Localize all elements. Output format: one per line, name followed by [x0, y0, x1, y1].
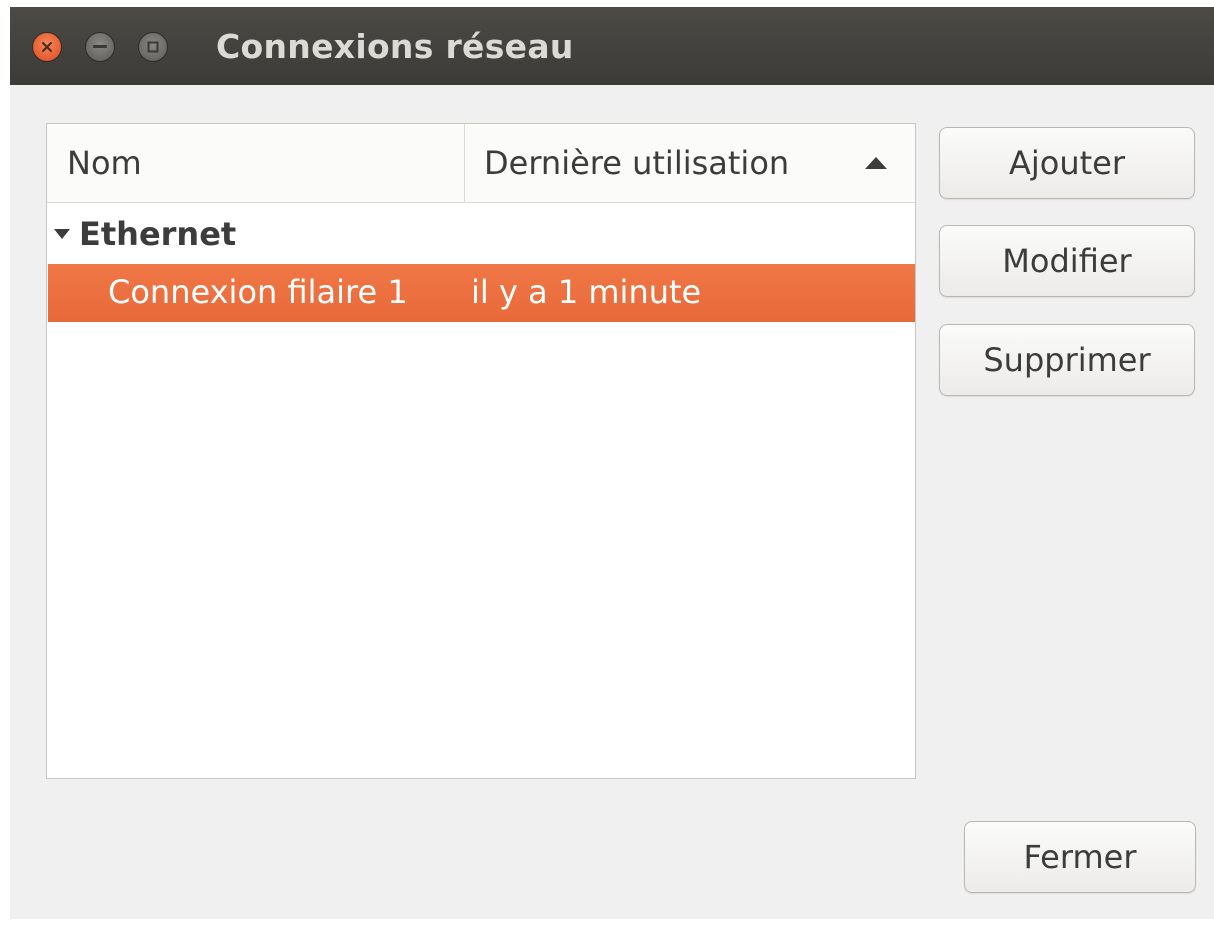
list-header: Nom Dernière utilisation: [47, 124, 915, 203]
connection-row-selected[interactable]: Connexion filaire 1 il y a 1 minute: [48, 264, 915, 322]
edit-button[interactable]: Modifier: [939, 225, 1195, 297]
sort-up-icon: [865, 155, 887, 174]
connections-list[interactable]: Nom Dernière utilisation Ethernet Connex…: [46, 123, 916, 779]
group-label: Ethernet: [79, 215, 237, 253]
close-window-button[interactable]: [32, 32, 62, 62]
column-header-name[interactable]: Nom: [67, 142, 142, 184]
maximize-window-button[interactable]: [138, 32, 168, 62]
window-title: Connexions réseau: [216, 27, 574, 66]
column-divider[interactable]: [464, 124, 465, 202]
delete-button[interactable]: Supprimer: [939, 324, 1195, 396]
minimize-window-button[interactable]: [85, 32, 115, 62]
connection-last-used: il y a 1 minute: [471, 273, 702, 311]
minimize-icon: [93, 45, 107, 49]
add-button[interactable]: Ajouter: [939, 127, 1195, 199]
maximize-icon: [147, 41, 159, 53]
column-header-last-used[interactable]: Dernière utilisation: [484, 142, 789, 184]
title-bar[interactable]: Connexions réseau: [10, 7, 1214, 85]
close-icon: [41, 41, 53, 53]
close-button[interactable]: Fermer: [964, 821, 1196, 893]
group-ethernet[interactable]: Ethernet: [53, 212, 236, 256]
connection-name: Connexion filaire 1: [108, 273, 408, 311]
network-connections-window: Connexions réseau Nom Dernière utilisati…: [10, 7, 1214, 919]
expander-down-icon[interactable]: [53, 228, 71, 240]
